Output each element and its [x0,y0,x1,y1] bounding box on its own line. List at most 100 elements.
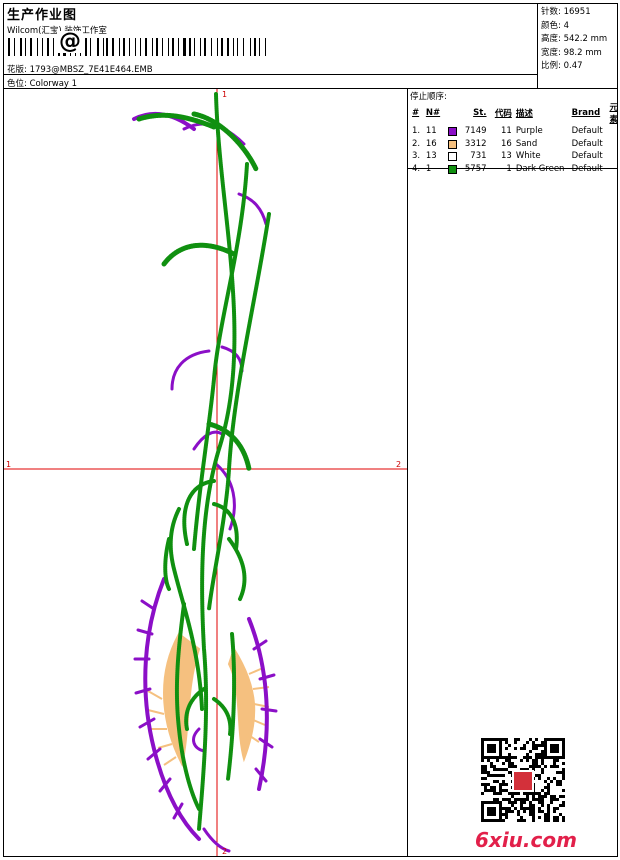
element-cell [607,163,620,176]
barcode-bar [167,38,169,56]
page-title: 生产作业图 [7,8,78,23]
stop-sequence-table: # N# St. 代码 描述 Brand 元素 1. 11 7149 11 Purple… [410,101,620,175]
barcode-bar [217,38,219,56]
barcode-bar [30,38,32,56]
barcode-bar [259,38,261,56]
code-cell: 11 [501,126,512,137]
barcode-bar [112,38,115,56]
idx-cell: 1. [412,126,421,137]
divider [407,88,408,857]
desc-cell: White [515,151,541,162]
barcode-bar [253,38,256,56]
barcode-bar [102,38,104,56]
barcode-bar [249,38,251,56]
watermark-logo: 6xiu.com [475,828,577,852]
stitch-count: 731 [470,151,487,162]
table-row: 3. 13 731 13 White Default [410,150,620,163]
element-cell [607,125,620,138]
axis-left-label: 1 [6,460,11,469]
barcode-bar [129,38,131,56]
barcode-bar [210,38,212,56]
barcode-bar [196,38,198,56]
barcode-bar [219,38,220,56]
brand-cell: Default [571,126,603,137]
stitch-count: 7149 [464,126,487,137]
barcode-bar [33,38,35,56]
barcode-bar [230,38,231,56]
stat-height: 高度: 542.2 mm [541,34,608,44]
barcode-bar [52,38,54,56]
barcode [8,38,270,56]
col-header: 代码 [494,109,512,119]
barcode-bar [96,38,99,56]
axis-bottom-label: 2 [222,847,227,856]
barcode-bar [176,38,177,56]
barcode-bar [267,38,269,56]
barcode-bar [245,38,248,56]
desc-cell: Dark Green [515,163,565,174]
desc-cell: Purple [515,126,543,137]
barcode-bar [208,38,210,56]
embroidery-preview: 1 2 1 2 [4,89,407,856]
barcode-bar [110,38,111,56]
axis-right-label: 2 [396,460,401,469]
barcode-bar [148,38,151,56]
barcode-bar [178,38,180,56]
col-header: 描述 [515,109,533,119]
stitch-cell: 3312 [446,138,489,151]
barcode-bar [25,38,27,56]
barcode-bar [122,38,126,56]
barcode-bar [152,38,154,56]
barcode-bar [28,38,29,56]
idx-cell: 2. [412,138,421,149]
barcode-bar [139,38,141,56]
qr-code-icon [481,738,565,822]
idx-cell: 3. [412,151,421,162]
barcode-bar [170,38,172,56]
barcode-bar [143,38,144,56]
brand-cell: Default [571,151,603,162]
barcode-bar [36,38,38,56]
barcode-bar [265,38,267,56]
barcode-bar [121,38,122,56]
barcode-bar [160,38,161,56]
stat-stitches: 针数: 16951 [541,7,591,17]
barcode-bar [85,38,88,56]
stat-colors: 颜色: 4 [541,20,569,31]
desc-cell: Sand [515,138,538,149]
barcode-bar [202,38,203,56]
barcode-bar [187,38,188,56]
color-swatch [447,127,457,137]
barcode-bar [105,38,106,56]
barcode-bar [12,38,13,56]
barcode-symbol: @ [57,29,83,54]
barcode-bar [19,38,23,56]
axis-top-label: 1 [222,90,227,99]
barcode-bar [100,38,101,56]
element-cell [607,138,620,151]
barcode-bar [258,38,259,56]
barcode-bar [252,38,253,56]
barcode-bar [144,38,147,56]
barcode-bar [135,38,137,56]
n-cell: 11 [425,126,437,137]
barcode-bar [232,38,234,56]
color-swatch [447,139,457,149]
barcode-bar [194,38,196,56]
barcode-bar [172,38,175,56]
barcode-bar [243,38,245,56]
brand-cell: Default [571,138,603,149]
code-cell: 13 [501,151,512,162]
barcode-bar [47,38,50,56]
barcode-bar [45,38,46,56]
col-header: N# [425,108,441,118]
divider [537,3,538,88]
barcode-bar [180,38,181,56]
barcode-bar [261,38,263,56]
code-cell: 16 [501,138,512,149]
barcode-bar [200,38,202,56]
table-row: 4. 1 5757 1 Dark Green Default [410,163,620,176]
n-cell: 1 [425,163,432,174]
barcode-bar [154,38,155,56]
barcode-bar [240,38,242,56]
